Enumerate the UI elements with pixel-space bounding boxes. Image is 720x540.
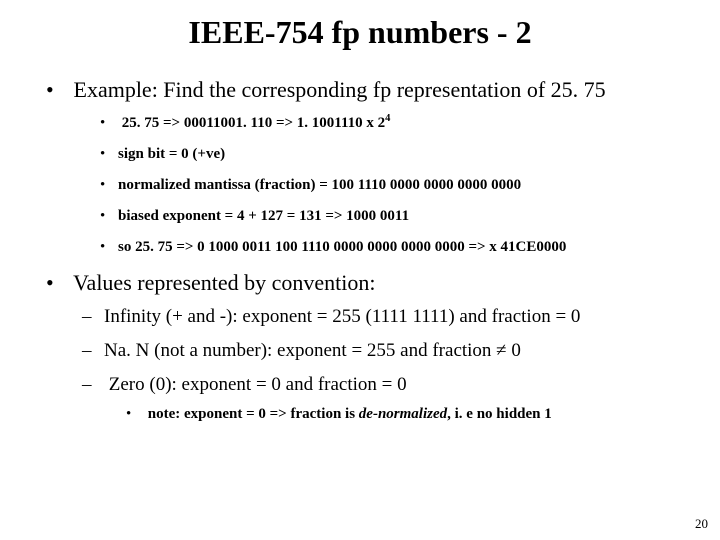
bullet-convention-text: Values represented by convention: [73,270,375,295]
dash-infinity-text: Infinity (+ and -): exponent = 255 (1111… [104,306,580,327]
sub-result: so 25. 75 => 0 1000 0011 100 1110 0000 0… [100,239,680,256]
bullet-convention: Values represented by convention: Infini… [46,270,680,423]
bullet-list-lvl2-example: 25. 75 => 00011001. 110 => 1. 1001110 x … [46,113,680,256]
slide: IEEE-754 fp numbers - 2 Example: Find th… [0,0,720,540]
bullet-example: Example: Find the corresponding fp repre… [46,77,680,256]
note-denorm: note: exponent = 0 => fraction is de-nor… [126,406,680,423]
sub-conversion-text: 25. 75 => 00011001. 110 => 1. 1001110 x … [122,115,385,131]
sub-conversion-exponent: 4 [385,113,390,124]
page-number: 20 [695,516,708,532]
dash-zero: Zero (0): exponent = 0 and fraction = 0 … [82,374,680,423]
sub-result-text: so 25. 75 => 0 1000 0011 100 1110 0000 0… [118,239,566,255]
note-denorm-b: de-normalized [359,406,447,422]
dash-nan: Na. N (not a number): exponent = 255 and… [82,340,680,362]
dash-zero-text: Zero (0): exponent = 0 and fraction = 0 [109,374,407,395]
bullet-list-lvl2-convention: Infinity (+ and -): exponent = 255 (1111… [46,306,680,423]
sub-conversion: 25. 75 => 00011001. 110 => 1. 1001110 x … [100,113,680,132]
sub-signbit-text: sign bit = 0 (+ve) [118,146,225,162]
bullet-list-lvl1: Example: Find the corresponding fp repre… [40,77,680,423]
sub-mantissa: normalized mantissa (fraction) = 100 111… [100,177,680,194]
bullet-example-text: Example: Find the corresponding fp repre… [74,77,606,102]
slide-title: IEEE-754 fp numbers - 2 [40,14,680,51]
sub-mantissa-text: normalized mantissa (fraction) = 100 111… [118,177,521,193]
note-denorm-a: note: exponent = 0 => fraction is [148,406,359,422]
sub-biased-exp-text: biased exponent = 4 + 127 = 131 => 1000 … [118,208,409,224]
sub-biased-exp: biased exponent = 4 + 127 = 131 => 1000 … [100,208,680,225]
bullet-list-lvl3-note: note: exponent = 0 => fraction is de-nor… [82,406,680,423]
dash-infinity: Infinity (+ and -): exponent = 255 (1111… [82,306,680,328]
note-denorm-c: , i. e no hidden 1 [447,406,552,422]
sub-signbit: sign bit = 0 (+ve) [100,146,680,163]
dash-nan-text: Na. N (not a number): exponent = 255 and… [104,340,521,361]
